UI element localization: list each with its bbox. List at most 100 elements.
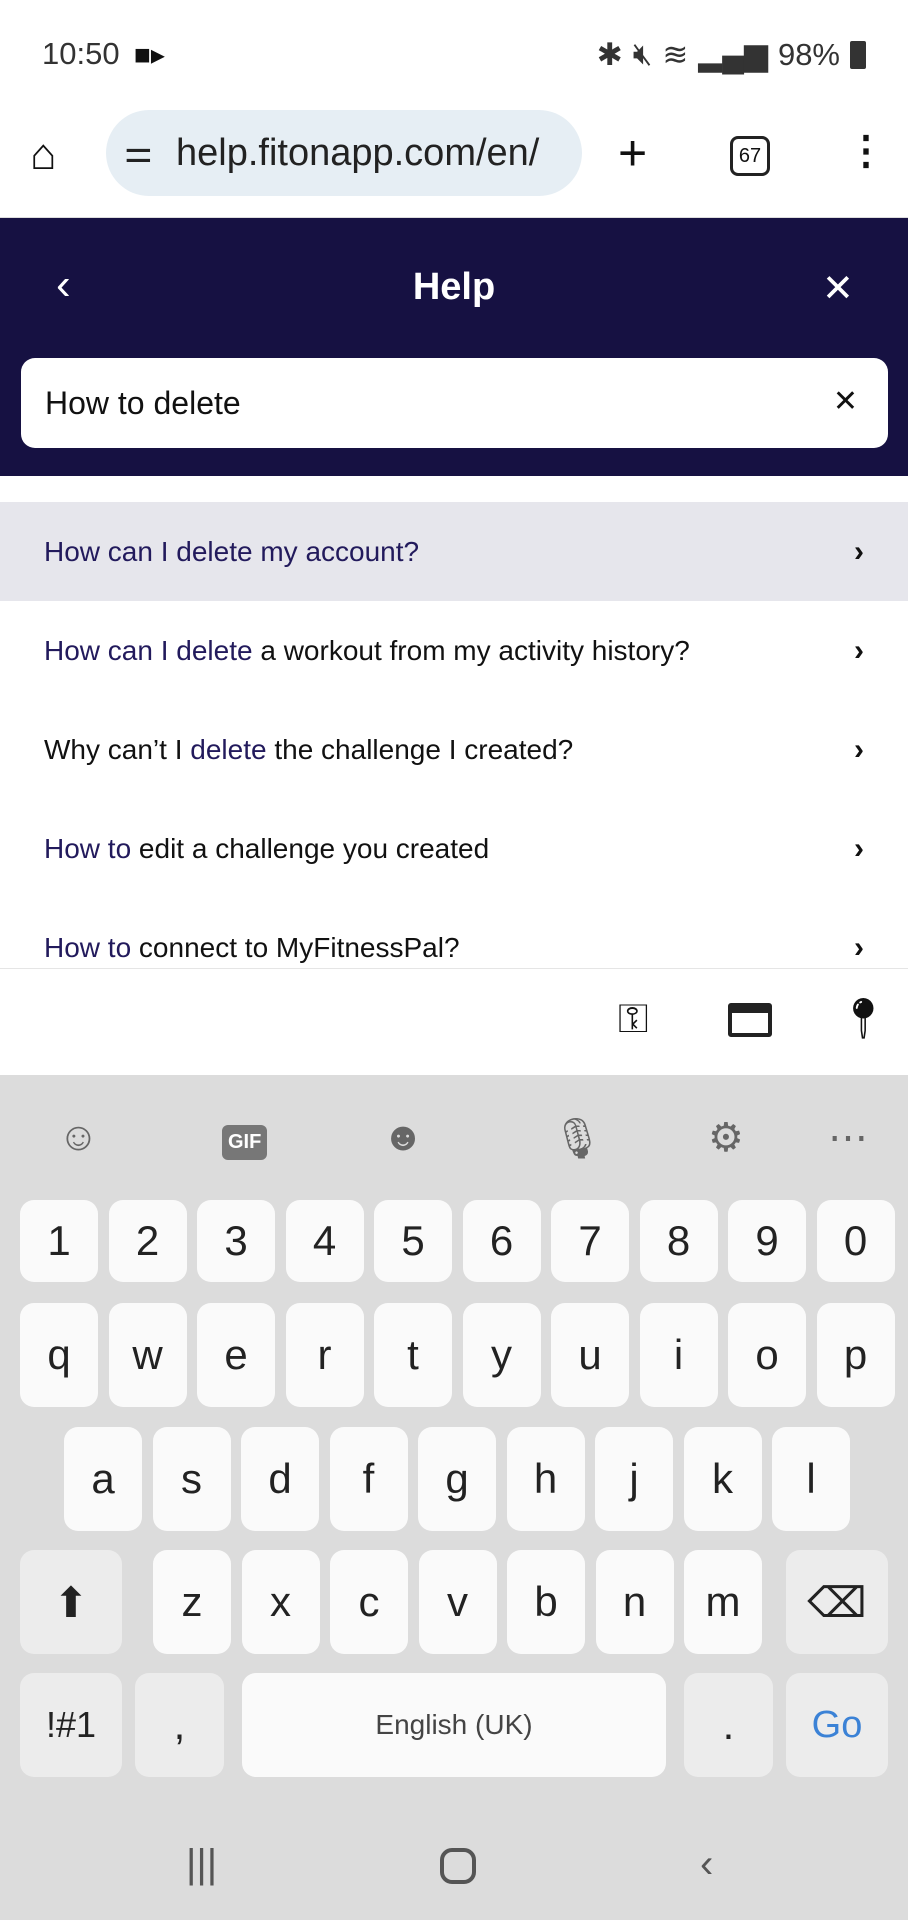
status-bar: 10:50 ■▸ ✱ 🔇︎ ≋ ▂▄▆ 98% bbox=[0, 0, 908, 110]
key-9[interactable]: 9 bbox=[728, 1200, 806, 1282]
key-l[interactable]: l bbox=[772, 1427, 850, 1531]
address-bar[interactable]: ⚌ help.fitonapp.com/en/ bbox=[106, 110, 582, 196]
url-text: help.fitonapp.com/en/ bbox=[176, 131, 540, 174]
emoji-icon[interactable]: ☻ bbox=[382, 1115, 424, 1160]
result-text: How to edit a challenge you created bbox=[44, 833, 489, 865]
plain-text: a workout from my activity history? bbox=[252, 634, 690, 666]
key-8[interactable]: 8 bbox=[639, 1200, 718, 1282]
key-p[interactable]: p bbox=[816, 1303, 895, 1407]
back-nav-icon[interactable]: ‹ bbox=[700, 1842, 713, 1887]
page-title: Help bbox=[412, 266, 496, 308]
tab-count-button[interactable]: 67 bbox=[730, 136, 770, 176]
gif-button[interactable]: GIF bbox=[222, 1125, 268, 1160]
key-6[interactable]: 6 bbox=[462, 1200, 541, 1282]
home-nav-icon[interactable] bbox=[440, 1848, 476, 1884]
key-e[interactable]: e bbox=[197, 1303, 275, 1407]
space-key[interactable]: English (UK) bbox=[242, 1673, 666, 1777]
key-x[interactable]: x bbox=[241, 1550, 320, 1654]
key-b[interactable]: b bbox=[507, 1550, 585, 1654]
key-icon[interactable]: ⚿ bbox=[618, 997, 648, 1042]
result-text: How can I delete a workout from my activ… bbox=[44, 635, 690, 667]
navigation-bar: ||| ‹ bbox=[0, 1780, 908, 1920]
comma-key[interactable]: , bbox=[135, 1673, 224, 1777]
search-value: How to delete bbox=[45, 384, 241, 421]
go-key[interactable]: Go bbox=[786, 1673, 888, 1777]
credit-card-icon[interactable] bbox=[728, 1003, 772, 1037]
key-0[interactable]: 0 bbox=[816, 1200, 895, 1282]
key-4[interactable]: 4 bbox=[285, 1200, 364, 1282]
result-item[interactable]: How can I delete a workout from my activ… bbox=[0, 601, 908, 700]
video-icon: ■▸ bbox=[134, 39, 165, 70]
recent-apps-icon[interactable]: ||| bbox=[186, 1842, 217, 1887]
matched-text: How to bbox=[44, 931, 132, 963]
more-menu-icon[interactable]: ⋮ bbox=[846, 128, 886, 174]
key-j[interactable]: j bbox=[595, 1427, 673, 1531]
period-key[interactable]: . bbox=[684, 1673, 773, 1777]
plain-text: connect to MyFitnessPal? bbox=[131, 931, 460, 963]
key-k[interactable]: k bbox=[683, 1427, 762, 1531]
key-h[interactable]: h bbox=[506, 1427, 585, 1531]
home-icon[interactable]: ⌂ bbox=[30, 130, 57, 180]
key-3[interactable]: 3 bbox=[197, 1200, 275, 1282]
result-text: How to connect to MyFitnessPal? bbox=[44, 932, 460, 964]
clear-search-icon[interactable]: ✕ bbox=[833, 384, 858, 419]
key-2[interactable]: 2 bbox=[108, 1200, 187, 1282]
key-d[interactable]: d bbox=[241, 1427, 319, 1531]
key-m[interactable]: m bbox=[684, 1550, 762, 1654]
chevron-right-icon: › bbox=[854, 732, 864, 766]
key-z[interactable]: z bbox=[153, 1550, 231, 1654]
result-text: Why can’t I delete the challenge I creat… bbox=[44, 734, 573, 766]
settings-icon[interactable]: ⚙ bbox=[708, 1115, 744, 1161]
key-w[interactable]: w bbox=[108, 1303, 187, 1407]
key-g[interactable]: g bbox=[418, 1427, 496, 1531]
key-o[interactable]: o bbox=[728, 1303, 806, 1407]
symbols-key[interactable]: !#1 bbox=[20, 1673, 122, 1777]
key-u[interactable]: u bbox=[551, 1303, 629, 1407]
wifi-icon: ≋ bbox=[662, 36, 689, 72]
result-text: How can I delete my account? bbox=[44, 536, 419, 568]
result-item[interactable]: How can I delete my account? › bbox=[0, 502, 908, 601]
backspace-icon[interactable]: ⌫ bbox=[786, 1550, 888, 1654]
key-v[interactable]: v bbox=[418, 1550, 497, 1654]
key-5[interactable]: 5 bbox=[374, 1200, 452, 1282]
key-1[interactable]: 1 bbox=[20, 1200, 98, 1282]
search-input[interactable]: How to delete ✕ bbox=[21, 358, 888, 448]
plain-text: edit a challenge you created bbox=[131, 832, 490, 864]
search-results: How can I delete my account? › How can I d… bbox=[0, 502, 908, 968]
clock: 10:50 bbox=[42, 36, 120, 71]
key-f[interactable]: f bbox=[329, 1427, 408, 1531]
key-c[interactable]: c bbox=[330, 1550, 408, 1654]
new-tab-icon[interactable]: + bbox=[618, 124, 647, 182]
chevron-right-icon: › bbox=[854, 633, 864, 667]
plain-text: Why can’t I bbox=[44, 733, 191, 765]
result-item[interactable]: Why can’t I delete the challenge I creat… bbox=[0, 700, 908, 799]
key-a[interactable]: a bbox=[64, 1427, 142, 1531]
more-options-icon[interactable]: ⋯ bbox=[828, 1115, 868, 1161]
help-header: ‹ Help ✕ How to delete ✕ bbox=[0, 218, 908, 476]
chevron-right-icon: › bbox=[854, 831, 864, 865]
browser-toolbar: ⌂ ⚌ help.fitonapp.com/en/ + 67 ⋮ bbox=[0, 110, 908, 218]
shift-icon[interactable]: ⬆ bbox=[20, 1550, 122, 1654]
microphone-icon[interactable]: 🎙︎ bbox=[552, 1115, 603, 1162]
bluetooth-icon: ✱ bbox=[596, 36, 623, 72]
key-i[interactable]: i bbox=[639, 1303, 718, 1407]
site-settings-icon[interactable]: ⚌ bbox=[124, 132, 153, 170]
location-pin-icon[interactable]: 📍︎ bbox=[838, 995, 889, 1042]
key-y[interactable]: y bbox=[462, 1303, 541, 1407]
autofill-bar: ⚿ 📍︎ bbox=[0, 968, 908, 1075]
matched-text: How can I delete my account? bbox=[44, 535, 420, 567]
key-q[interactable]: q bbox=[20, 1303, 98, 1407]
close-icon[interactable]: ✕ bbox=[822, 266, 854, 311]
key-t[interactable]: t bbox=[374, 1303, 452, 1407]
sticker-icon[interactable]: ☺ bbox=[58, 1115, 99, 1160]
result-item[interactable]: How to edit a challenge you created › bbox=[0, 799, 908, 898]
signal-icon: ▂▄▆ bbox=[698, 36, 768, 72]
key-7[interactable]: 7 bbox=[551, 1200, 629, 1282]
battery-text: 98% bbox=[777, 36, 840, 72]
key-s[interactable]: s bbox=[152, 1427, 231, 1531]
key-n[interactable]: n bbox=[595, 1550, 674, 1654]
matched-text: How to bbox=[44, 832, 132, 864]
key-r[interactable]: r bbox=[285, 1303, 364, 1407]
matched-text: delete bbox=[190, 733, 267, 765]
result-item[interactable]: How to connect to MyFitnessPal? › bbox=[0, 898, 908, 968]
